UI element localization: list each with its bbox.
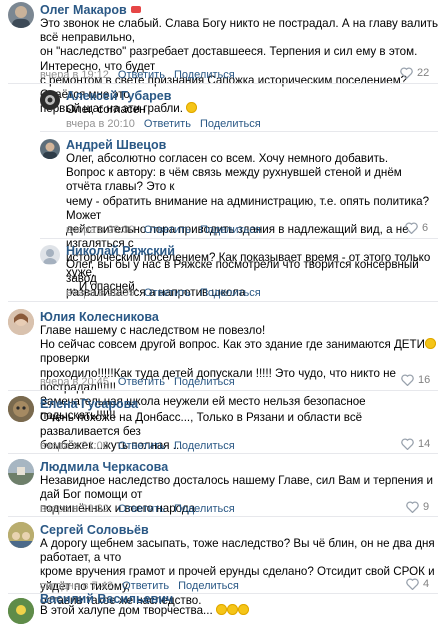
avatar[interactable] — [8, 309, 34, 335]
comment-meta: вчера в 19:12 Ответить Поделиться — [40, 69, 235, 81]
avatar[interactable] — [8, 459, 34, 485]
comment-author[interactable]: Людмила Черкасова — [40, 460, 168, 474]
laugh-emoji-icon — [215, 604, 227, 615]
share-button[interactable]: Поделиться — [174, 376, 235, 388]
reply-button[interactable]: Ответить — [144, 287, 191, 299]
divider — [8, 301, 438, 302]
share-button[interactable]: Поделиться — [178, 580, 239, 592]
divider — [40, 131, 438, 132]
like-count: 14 — [418, 438, 431, 450]
heart-icon — [401, 438, 414, 450]
like-button[interactable]: 14 — [401, 438, 430, 450]
like-count: 9 — [423, 501, 430, 513]
reply-button[interactable]: Ответить — [118, 69, 165, 81]
heart-icon — [400, 67, 413, 79]
comment-meta: вчера в 20:30 Ответить Поделиться — [66, 224, 261, 236]
avatar[interactable] — [40, 245, 60, 265]
share-button[interactable]: Поделиться — [200, 224, 261, 236]
like-button[interactable]: 4 — [406, 578, 429, 590]
heart-icon — [406, 501, 419, 513]
avatar-photo-icon — [8, 598, 34, 624]
comment-time: вчера в 20:45 — [40, 376, 109, 388]
heart-icon — [401, 374, 414, 386]
comment-time: сегодня в 7:42 — [40, 580, 114, 592]
smile-emoji-icon — [424, 338, 436, 350]
like-count: 6 — [422, 222, 429, 234]
comment-meta: вчера в 20:32 Ответить Поделиться — [40, 503, 235, 515]
avatar-photo-icon — [12, 6, 30, 28]
reply-button[interactable]: Ответить — [118, 440, 165, 452]
laugh-emoji-icon — [237, 604, 249, 615]
divider — [8, 516, 438, 517]
like-button[interactable]: 22 — [400, 67, 429, 79]
laugh-emoji-icon — [226, 604, 238, 615]
comment-meta: вчера в 20:45 Ответить Поделиться — [40, 376, 235, 388]
avatar[interactable] — [8, 598, 34, 624]
avatar-photo-icon — [8, 309, 34, 335]
reply-button[interactable]: Ответить — [144, 224, 191, 236]
comment-text: В этой халупе дом творчества... — [40, 604, 442, 618]
like-button[interactable]: 16 — [401, 374, 430, 386]
comment-time: вчера в 19:12 — [40, 69, 109, 81]
comment-author[interactable]: Алексей Губарев — [66, 89, 171, 103]
comment-text-part-a: Главе нашему с наследством не повезло! Н… — [40, 324, 425, 352]
comment-author[interactable]: Юлия Колесникова — [40, 310, 159, 324]
comment-author[interactable]: Сергей Соловьёв — [40, 523, 149, 537]
share-button[interactable]: Поделиться — [174, 440, 235, 452]
comment-time: вчера в 20:39 — [66, 287, 135, 299]
avatar[interactable] — [40, 90, 60, 110]
comment-time: вчера в 20:30 — [66, 224, 135, 236]
heart-icon — [405, 222, 418, 234]
share-button[interactable]: Поделиться — [200, 287, 261, 299]
like-button[interactable]: 6 — [405, 222, 428, 234]
avatar-photo-icon — [8, 522, 34, 548]
comment-author[interactable]: Николай Ряжский — [66, 244, 175, 258]
comment-meta: вчера в 21:06 Ответить Поделиться — [40, 440, 235, 452]
like-count: 4 — [423, 578, 430, 590]
like-count: 22 — [417, 67, 430, 79]
reply-button[interactable]: Ответить — [122, 580, 169, 592]
reply-button[interactable]: Ответить — [118, 376, 165, 388]
avatar-photo-icon — [8, 459, 34, 485]
default-avatar-icon — [43, 249, 57, 264]
comment-time: вчера в 20:32 — [40, 503, 109, 515]
divider — [40, 238, 438, 239]
comment-text-body: В этой халупе дом творчества... — [40, 604, 213, 617]
like-count: 16 — [418, 374, 431, 386]
avatar-photo-icon — [8, 396, 34, 422]
divider — [8, 83, 438, 84]
avatar[interactable] — [40, 139, 60, 159]
comment-text: Олег, согласен — [66, 103, 146, 116]
avatar-photo-icon — [43, 142, 57, 159]
like-button[interactable]: 9 — [406, 501, 429, 513]
comment-author[interactable]: Олег Макаров — [40, 3, 127, 17]
share-button[interactable]: Поделиться — [174, 503, 235, 515]
divider — [8, 390, 438, 391]
share-button[interactable]: Поделиться — [200, 118, 261, 130]
comment-meta: вчера в 20:10 Ответить Поделиться — [66, 118, 261, 130]
reply-button[interactable]: Ответить — [118, 503, 165, 515]
divider — [8, 453, 438, 454]
reply-button[interactable]: Ответить — [144, 118, 191, 130]
comment-meta: сегодня в 7:42 Ответить Поделиться — [40, 580, 239, 592]
comment-author[interactable]: Андрей Швецов — [66, 138, 166, 152]
comment-meta: вчера в 20:39 Ответить Поделиться — [66, 287, 261, 299]
comment-time: вчера в 20:10 — [66, 118, 135, 130]
avatar-photo-icon — [45, 95, 55, 105]
avatar[interactable] — [8, 522, 34, 548]
share-button[interactable]: Поделиться — [174, 69, 235, 81]
avatar[interactable] — [8, 396, 34, 422]
comment-time: вчера в 21:06 — [40, 440, 109, 452]
flag-icon — [131, 6, 141, 13]
avatar[interactable] — [8, 2, 34, 28]
heart-icon — [406, 578, 419, 590]
comment-author[interactable]: Елена Гусарова — [40, 397, 138, 411]
